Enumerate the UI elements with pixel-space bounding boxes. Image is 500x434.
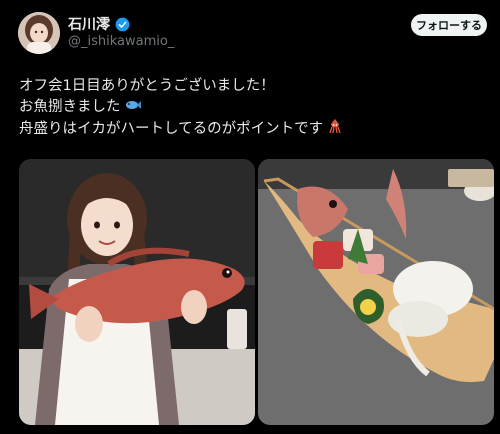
verified-badge-icon	[115, 17, 130, 31]
post-line-1: オフ会1日目ありがとうございました！	[19, 78, 275, 94]
photo-woman-holding-sea-bream[interactable]	[19, 159, 255, 425]
follow-button[interactable]: フォローする	[411, 14, 487, 36]
photo-sashimi-boat-platter[interactable]	[258, 159, 494, 425]
post-line-2-row: お魚捌きました	[19, 97, 343, 118]
post-line-3-row: 舟盛りはイカがハートしてるのがポイントです	[19, 118, 343, 141]
post-line-2: お魚捌きました	[19, 99, 121, 115]
squid-emoji-icon	[327, 118, 343, 141]
post-line-3: 舟盛りはイカがハートしてるのがポイントです	[19, 121, 324, 137]
author-name-row: 石川澪	[68, 14, 130, 34]
post-text: オフ会1日目ありがとうございました！ お魚捌きました 舟盛りはイカがハートしてる…	[19, 76, 343, 141]
author-name[interactable]: 石川澪	[68, 14, 110, 34]
avatar[interactable]	[18, 12, 60, 54]
author-handle[interactable]: @_ishikawamio_	[68, 34, 174, 49]
fish-emoji-icon	[125, 97, 141, 118]
